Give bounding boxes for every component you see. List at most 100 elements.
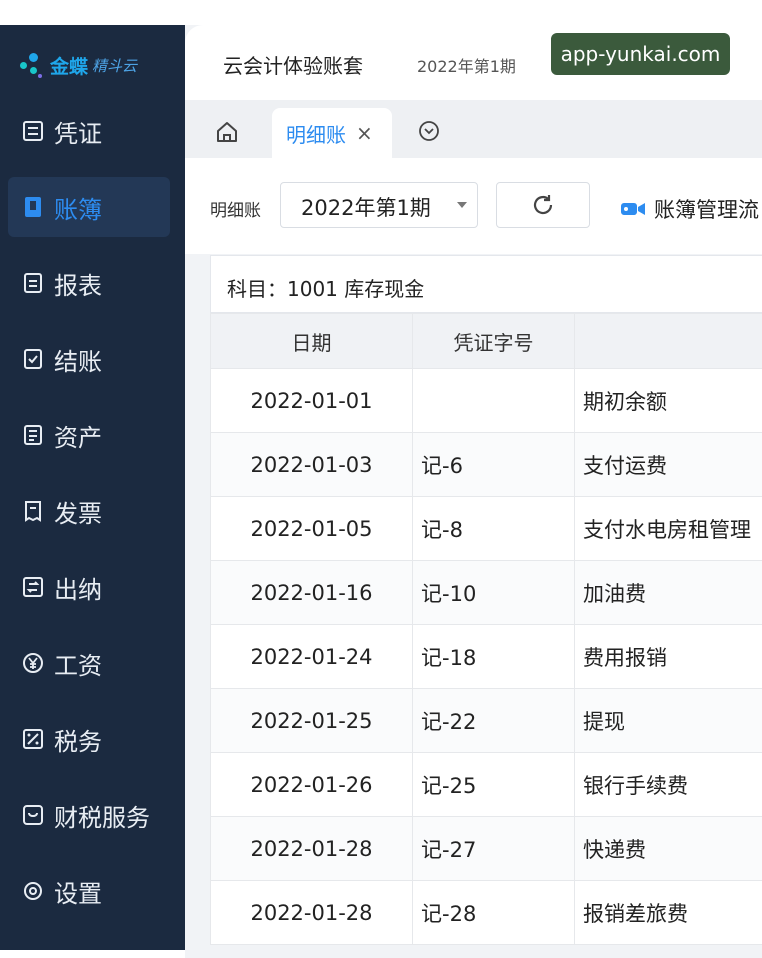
- account-set-name[interactable]: 云会计体验账套: [223, 50, 363, 79]
- voucher-icon: [22, 120, 44, 142]
- cell-voucher[interactable]: 记-8: [412, 496, 575, 561]
- logo-product: 精斗云: [92, 56, 138, 75]
- column-header-date[interactable]: 日期: [210, 313, 413, 369]
- ledger-label: 明细账: [210, 201, 261, 221]
- service-icon: [22, 804, 44, 826]
- cell-voucher[interactable]: 记-27: [412, 816, 575, 881]
- current-period: 2022年第1期: [417, 57, 516, 76]
- sidebar-item-label: 设置: [54, 879, 102, 908]
- cell-voucher[interactable]: 记-6: [412, 432, 575, 497]
- caret-down-icon: [457, 202, 467, 208]
- sidebar-item-label: 报表: [54, 271, 102, 300]
- sidebar-item-label: 资产: [54, 423, 102, 452]
- tab-bar: 明细账 ×: [185, 100, 762, 158]
- cell-date: 2022-01-25: [210, 688, 413, 753]
- period-select-value: 2022年第1期: [301, 196, 431, 220]
- refresh-button[interactable]: [496, 182, 590, 228]
- logo-brand: 金蝶: [50, 55, 89, 78]
- home-icon[interactable]: [215, 120, 239, 144]
- sidebar-item-report[interactable]: 报表: [8, 253, 170, 313]
- closing-icon: [22, 348, 44, 370]
- ledger-flow-label: 账簿管理流: [654, 198, 759, 222]
- sidebar-item-voucher[interactable]: 凭证: [8, 101, 170, 161]
- subject-text: 科目：1001 库存现金: [227, 277, 425, 301]
- app-logo[interactable]: 金蝶 精斗云: [16, 45, 137, 85]
- cell-date: 2022-01-03: [210, 432, 413, 497]
- sidebar-item-label: 结账: [54, 347, 102, 376]
- table-row[interactable]: 2022-01-26 记-25 银行手续费: [210, 752, 762, 817]
- sidebar-item-settings[interactable]: 设置: [8, 861, 170, 921]
- sidebar-item-closing[interactable]: 结账: [8, 329, 170, 389]
- cashier-icon: [22, 576, 44, 598]
- chevron-down-icon[interactable]: [418, 120, 440, 142]
- video-icon: [621, 203, 645, 215]
- column-header-summary[interactable]: [574, 313, 762, 369]
- cell-voucher[interactable]: [412, 368, 575, 433]
- table-header-row: 日期 凭证字号: [210, 313, 762, 369]
- cell-summary: 提现: [574, 688, 762, 753]
- sidebar-item-tax[interactable]: 税务: [8, 709, 170, 769]
- cell-voucher[interactable]: 记-18: [412, 624, 575, 689]
- cell-summary: 快递费: [574, 816, 762, 881]
- ledger-book-icon: [22, 196, 44, 218]
- cell-summary: 支付水电房租管理: [574, 496, 762, 561]
- table-row[interactable]: 2022-01-28 记-27 快递费: [210, 816, 762, 881]
- sidebar: 金蝶 精斗云 凭证 账簿 报表 结账 资产 发票 出纳 工资 税务 财税服务 设…: [0, 25, 185, 950]
- yen-icon: [22, 652, 44, 674]
- cell-date: 2022-01-28: [210, 880, 413, 945]
- cell-summary: 费用报销: [574, 624, 762, 689]
- cell-summary: 银行手续费: [574, 752, 762, 817]
- cell-date: 2022-01-05: [210, 496, 413, 561]
- sidebar-item-salary[interactable]: 工资: [8, 633, 170, 693]
- close-icon[interactable]: ×: [356, 121, 373, 145]
- table-row[interactable]: 2022-01-16 记-10 加油费: [210, 560, 762, 625]
- cell-date: 2022-01-01: [210, 368, 413, 433]
- table-row[interactable]: 2022-01-05 记-8 支付水电房租管理: [210, 496, 762, 561]
- invoice-icon: [22, 500, 44, 522]
- column-header-voucher[interactable]: 凭证字号: [412, 313, 575, 369]
- detail-ledger-table: 日期 凭证字号 2022-01-01 期初余额 2022-01-03 记-6 支付运费…: [210, 313, 762, 945]
- sidebar-item-asset[interactable]: 资产: [8, 405, 170, 465]
- cell-voucher[interactable]: 记-25: [412, 752, 575, 817]
- sidebar-item-label: 财税服务: [54, 803, 150, 832]
- settings-icon: [22, 880, 44, 902]
- sidebar-item-service[interactable]: 财税服务: [8, 785, 170, 845]
- cell-date: 2022-01-24: [210, 624, 413, 689]
- table-row[interactable]: 2022-01-25 记-22 提现: [210, 688, 762, 753]
- table-row[interactable]: 2022-01-01 期初余额: [210, 368, 762, 433]
- logo-mark-icon: [16, 50, 46, 80]
- sidebar-item-label: 账簿: [54, 195, 102, 224]
- cell-voucher[interactable]: 记-10: [412, 560, 575, 625]
- tab-detail-ledger[interactable]: 明细账 ×: [272, 108, 392, 158]
- period-select[interactable]: 2022年第1期: [280, 182, 478, 228]
- cell-date: 2022-01-16: [210, 560, 413, 625]
- sidebar-item-invoice[interactable]: 发票: [8, 481, 170, 541]
- table-row[interactable]: 2022-01-03 记-6 支付运费: [210, 432, 762, 497]
- refresh-icon: [533, 195, 553, 215]
- tab-label: 明细账: [286, 122, 346, 147]
- watermark-badge: app-yunkai.com: [551, 33, 730, 75]
- sidebar-item-cashier[interactable]: 出纳: [8, 557, 170, 617]
- table-row[interactable]: 2022-01-24 记-18 费用报销: [210, 624, 762, 689]
- table-row[interactable]: 2022-01-28 记-28 报销差旅费: [210, 880, 762, 945]
- cell-voucher[interactable]: 记-22: [412, 688, 575, 753]
- cell-date: 2022-01-26: [210, 752, 413, 817]
- sidebar-item-ledger[interactable]: 账簿: [8, 177, 170, 237]
- cell-summary: 期初余额: [574, 368, 762, 433]
- cell-date: 2022-01-28: [210, 816, 413, 881]
- toolbar: 明细账 2022年第1期 账簿管理流: [185, 158, 762, 254]
- asset-icon: [22, 424, 44, 446]
- report-icon: [22, 272, 44, 294]
- sidebar-item-label: 出纳: [54, 575, 102, 604]
- subject-bar: 科目：1001 库存现金: [210, 255, 762, 313]
- cell-summary: 支付运费: [574, 432, 762, 497]
- cell-summary: 报销差旅费: [574, 880, 762, 945]
- sidebar-item-label: 发票: [54, 499, 102, 528]
- top-strip: [185, 0, 762, 25]
- cell-voucher[interactable]: 记-28: [412, 880, 575, 945]
- tax-icon: [22, 728, 44, 750]
- cell-summary: 加油费: [574, 560, 762, 625]
- sidebar-item-label: 凭证: [54, 119, 102, 148]
- ledger-flow-link[interactable]: 账簿管理流: [620, 194, 759, 224]
- sidebar-item-label: 工资: [54, 651, 102, 680]
